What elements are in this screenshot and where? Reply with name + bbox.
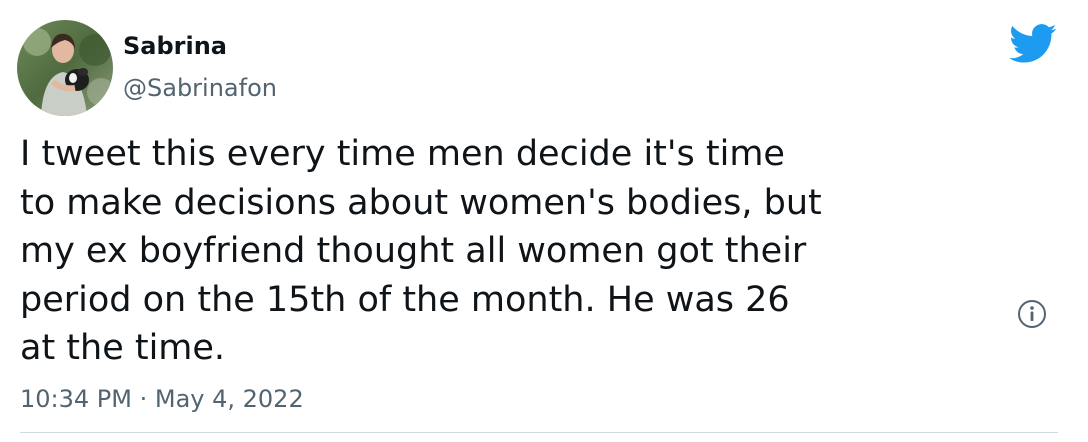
author-display-name[interactable]: Sabrina <box>123 30 227 62</box>
twitter-bird-glyph <box>1009 24 1057 63</box>
tweet-text-line: period on the 15th of the month. He was … <box>20 279 790 320</box>
tweet-text-line: at the time. <box>20 328 226 368</box>
twitter-bird-icon[interactable] <box>1009 24 1057 64</box>
tweet-text-line: my ex boyfriend thought all women got th… <box>20 231 807 271</box>
author-handle[interactable]: @Sabrinafon <box>123 72 277 104</box>
info-icon[interactable] <box>1017 299 1047 329</box>
tweet-timestamp[interactable]: 10:34 PM · May 4, 2022 <box>20 383 304 415</box>
avatar-photo <box>17 20 113 116</box>
tweet-card: Sabrina @Sabrinafon I tweet this every t… <box>0 0 1088 442</box>
tweet-text-line: to make decisions about women's bodies, … <box>20 182 822 223</box>
divider <box>20 432 1058 433</box>
tweet-text-line: I tweet this every time men decide it's … <box>20 134 785 174</box>
info-glyph <box>1018 300 1046 328</box>
tweet-text: I tweet this every time men decide it's … <box>20 130 980 373</box>
avatar[interactable] <box>17 20 113 116</box>
